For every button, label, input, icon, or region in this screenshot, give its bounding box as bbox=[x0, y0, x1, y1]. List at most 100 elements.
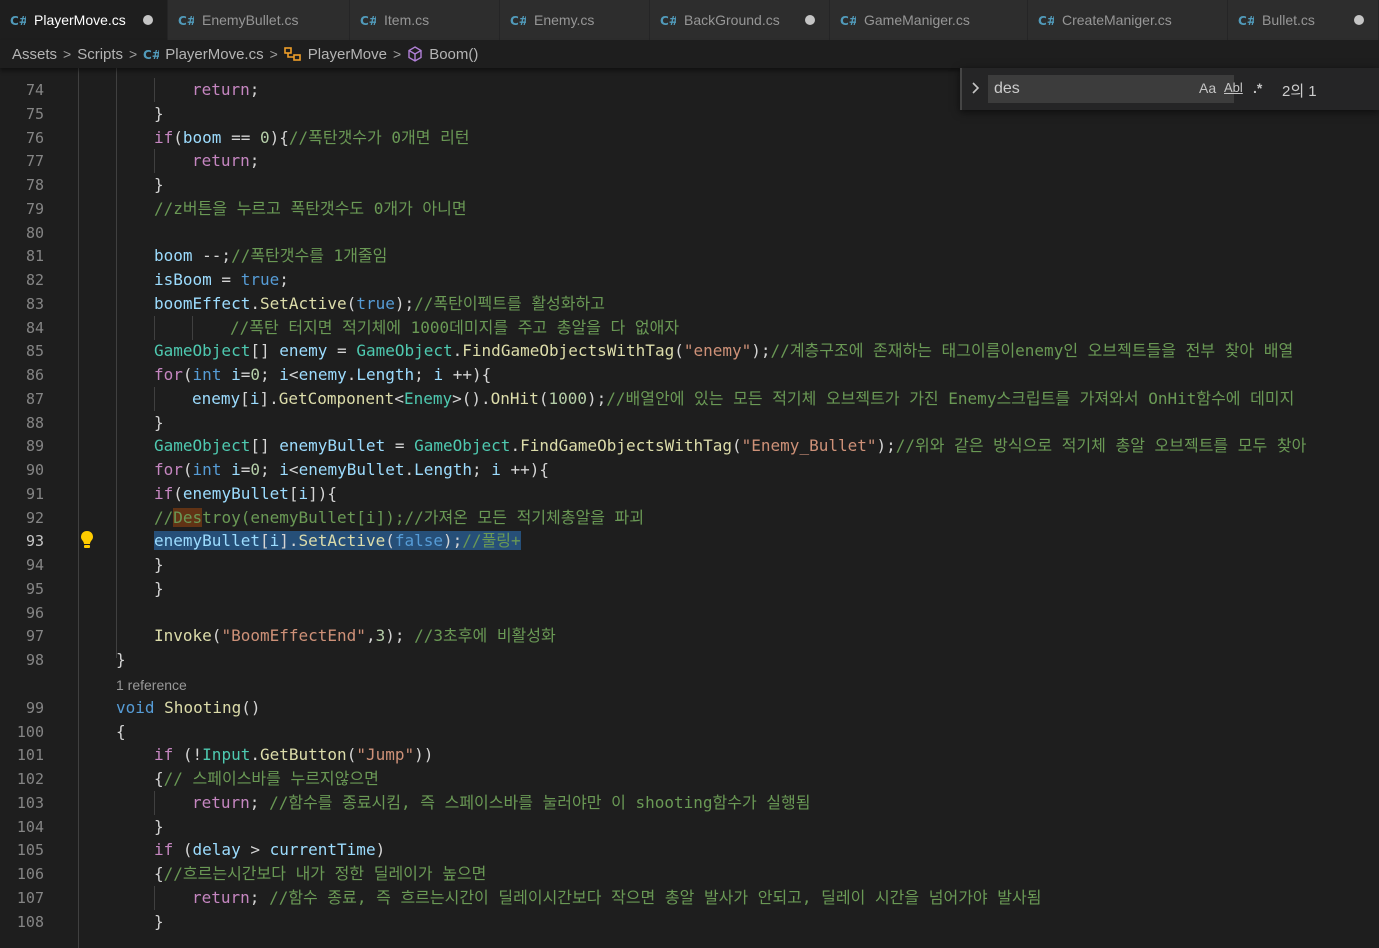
code-token: . bbox=[404, 460, 415, 479]
code-token: (! bbox=[173, 745, 203, 765]
regex-toggle[interactable]: .* bbox=[1253, 80, 1262, 96]
code-line[interactable]: 86 for(int i=0; i<enemy.Length; i ++){ bbox=[0, 363, 1379, 387]
code-line[interactable]: 105 if (delay > currentTime) bbox=[0, 838, 1379, 862]
code-line[interactable]: 104} bbox=[0, 815, 1379, 839]
code-token: //함수 종료, 즉 흐르는시간이 딜레이시간보다 작으면 총알 발사가 안되고… bbox=[269, 887, 1042, 907]
code-token: int bbox=[192, 365, 222, 384]
code-line[interactable]: 99 void Shooting() bbox=[0, 696, 1379, 720]
code-token: = bbox=[385, 436, 415, 456]
code-token: = bbox=[327, 341, 357, 361]
tab-label: BackGround.cs bbox=[684, 12, 780, 28]
code-token: enemyBullet bbox=[182, 483, 289, 503]
codelens-references[interactable]: 1 reference bbox=[116, 675, 187, 695]
code-line[interactable]: 85 GameObject[] enemy = GameObject.FindGa… bbox=[0, 339, 1379, 363]
breadcrumb: Assets > Scripts > C# PlayerMove.cs > Pl… bbox=[0, 40, 1379, 68]
code-token: i bbox=[279, 365, 289, 384]
tab-createmaniger-cs[interactable]: C# CreateManiger.cs bbox=[1028, 0, 1228, 40]
unsaved-dot-icon[interactable] bbox=[143, 15, 153, 25]
code-token: } bbox=[154, 412, 164, 432]
code-line[interactable]: 98} bbox=[0, 648, 1379, 672]
unsaved-dot-icon[interactable] bbox=[1354, 15, 1364, 25]
breadcrumb-scripts[interactable]: Scripts bbox=[77, 46, 123, 63]
code-token: } bbox=[116, 650, 126, 669]
code-line[interactable]: 95} bbox=[0, 577, 1379, 601]
line-number: 76 bbox=[25, 128, 44, 147]
code-editor[interactable]: 1 reference 74 return; 75} 76 if(boom == 0){… bbox=[0, 68, 1379, 948]
code-line[interactable]: 87 enemy[i].GetComponent<Enemy>().OnHit(1… bbox=[0, 387, 1379, 411]
breadcrumb-method[interactable]: Boom() bbox=[429, 46, 478, 63]
code-token: enemyBullet bbox=[154, 531, 260, 551]
code-line[interactable]: 94} bbox=[0, 553, 1379, 577]
code-token: for bbox=[154, 460, 183, 479]
line-number: 84 bbox=[25, 318, 44, 337]
code-line[interactable]: 91 if(enemyBullet[i]){ bbox=[0, 482, 1379, 506]
code-token: [] bbox=[250, 341, 280, 361]
code-text: if(enemyBullet[i]){ bbox=[154, 482, 337, 506]
code-token: i bbox=[231, 365, 241, 384]
class-icon bbox=[283, 46, 302, 62]
code-line[interactable]: 89 GameObject[] enemyBullet = GameObject.… bbox=[0, 434, 1379, 458]
breadcrumb-class[interactable]: PlayerMove bbox=[308, 46, 387, 63]
line-number: 86 bbox=[25, 366, 44, 384]
line-number: 75 bbox=[25, 104, 44, 123]
editor-tab-bar: C# PlayerMove.cs C# EnemyBullet.cs C# Item.cs… bbox=[0, 0, 1379, 40]
code-token: FindGameObjectsWithTag bbox=[462, 341, 675, 361]
match-case-toggle[interactable]: Aa bbox=[1199, 80, 1216, 96]
find-input[interactable]: des bbox=[988, 75, 1234, 103]
line-number: 106 bbox=[16, 865, 44, 883]
code-line[interactable]: 77 return; bbox=[0, 149, 1379, 173]
code-token: 0 bbox=[250, 460, 261, 479]
line-number: 107 bbox=[16, 888, 44, 907]
code-token: } bbox=[154, 555, 164, 574]
code-line[interactable]: 108} bbox=[0, 910, 1379, 934]
code-token: < bbox=[288, 460, 299, 479]
code-line[interactable]: 107 return; //함수 종료, 즉 흐르는시간이 딜레이시간보다 작으면… bbox=[0, 886, 1379, 910]
code-token: boom bbox=[154, 246, 193, 266]
code-line[interactable]: 79 //z버튼을 누르고 폭탄갯수도 0개가 아니면 bbox=[0, 197, 1379, 221]
tab-enemy-cs[interactable]: C# Enemy.cs bbox=[500, 0, 650, 40]
code-token: return bbox=[192, 80, 250, 99]
code-line[interactable]: 97 Invoke("BoomEffectEnd",3); //3초후에 비활성화 bbox=[0, 624, 1379, 648]
tab-enemybullet-cs[interactable]: C# EnemyBullet.cs bbox=[168, 0, 350, 40]
tab-background-cs[interactable]: C# BackGround.cs bbox=[650, 0, 830, 40]
code-token: int bbox=[192, 460, 222, 479]
code-line[interactable]: 81 boom --;//폭탄갯수를 1개줄임 bbox=[0, 244, 1379, 268]
code-line[interactable]: 93 enemyBullet[i].SetActive(false);//풀링+ bbox=[0, 529, 1379, 553]
chevron-right-icon: > bbox=[129, 46, 138, 62]
code-text: {//흐르는시간보다 내가 정한 딜레이가 높으면 bbox=[154, 862, 486, 886]
unsaved-dot-icon[interactable] bbox=[805, 15, 815, 25]
code-line[interactable]: 80 bbox=[0, 221, 1379, 245]
match-whole-word-toggle[interactable]: Abl bbox=[1224, 80, 1243, 95]
code-token: //흐르는시간보다 내가 정한 딜레이가 높으면 bbox=[163, 864, 487, 883]
breadcrumb-assets[interactable]: Assets bbox=[12, 46, 57, 63]
code-line[interactable]: 82 isBoom = true; bbox=[0, 268, 1379, 292]
code-line[interactable]: 102 {// 스페이스바를 누르지않으면 bbox=[0, 767, 1379, 791]
toggle-replace-chevron-icon[interactable] bbox=[968, 78, 984, 98]
tab-item-cs[interactable]: C# Item.cs bbox=[350, 0, 500, 40]
code-line[interactable]: 100 { bbox=[0, 720, 1379, 744]
code-line[interactable]: 103 return; //함수를 종료시킴, 즉 스페이스바를 눌러야만 이 s… bbox=[0, 791, 1379, 815]
code-token: { bbox=[154, 769, 164, 788]
chevron-right-icon: > bbox=[393, 46, 402, 62]
code-line[interactable]: 101 if (!Input.GetButton("Jump")) bbox=[0, 743, 1379, 767]
code-line[interactable]: 106 {//흐르는시간보다 내가 정한 딜레이가 높으면 bbox=[0, 862, 1379, 886]
breadcrumb-file[interactable]: PlayerMove.cs bbox=[165, 46, 263, 63]
tab-playermove-cs[interactable]: C# PlayerMove.cs bbox=[0, 0, 168, 40]
indent-guide bbox=[116, 68, 117, 658]
tab-bullet-cs[interactable]: C# Bullet.cs bbox=[1228, 0, 1379, 40]
code-line[interactable]: 76 if(boom == 0){//폭탄갯수가 0개면 리턴 bbox=[0, 126, 1379, 150]
code-line[interactable]: 84 //폭탄 터지면 적기체에 1000데미지를 주고 총알을 다 없애자 bbox=[0, 316, 1379, 340]
code-line[interactable]: 90 for(int i=0; i<enemyBullet.Length; i +… bbox=[0, 458, 1379, 482]
code-line[interactable]: 96 bbox=[0, 601, 1379, 625]
code-line[interactable]: 78} bbox=[0, 173, 1379, 197]
code-token: "BoomEffectEnd" bbox=[221, 626, 366, 646]
indent-guide bbox=[154, 315, 155, 340]
tab-gamemaniger-cs[interactable]: C# GameManiger.cs bbox=[830, 0, 1028, 40]
code-token: } bbox=[154, 175, 164, 194]
code-line[interactable]: 92 //Destroy(enemyBullet[i]);//가져온 모든 적기체… bbox=[0, 506, 1379, 530]
code-token: "enemy" bbox=[683, 341, 752, 361]
code-token: Length bbox=[414, 460, 472, 479]
code-line[interactable]: 83 boomEffect.SetActive(true);//폭탄이펙트를 활성… bbox=[0, 292, 1379, 316]
code-token: == bbox=[221, 127, 260, 147]
code-line[interactable]: 88} bbox=[0, 411, 1379, 435]
